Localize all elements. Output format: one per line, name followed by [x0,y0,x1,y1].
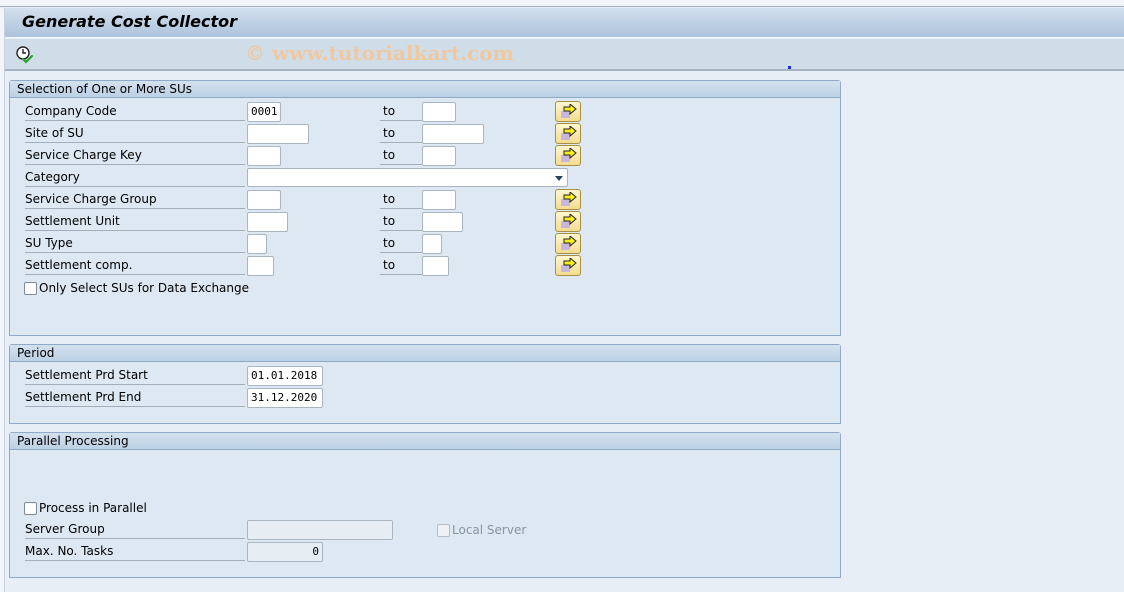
service-charge-key-to-input[interactable] [422,146,456,166]
server-group-label: Server Group [25,520,245,539]
su-type-from-input[interactable] [247,234,267,254]
company-code-multiple-selection-button[interactable] [555,101,581,122]
company-code-to-label: to [380,102,422,121]
category-label: Category [25,168,245,187]
multiple-selection-arrow-icon [561,148,577,162]
site-of-su-from-input[interactable] [247,124,309,144]
top-strip [0,0,1124,7]
category-dropdown[interactable] [247,168,568,187]
settlement-prd-start-label: Settlement Prd Start [25,366,245,385]
service-charge-group-to-label: to [380,190,422,209]
settlement-comp-from-input[interactable] [247,256,274,276]
multiple-selection-arrow-icon [561,104,577,118]
site-of-su-to-input[interactable] [422,124,484,144]
site-of-su-label: Site of SU [25,124,245,143]
max-no-tasks-input[interactable]: 0 [247,542,323,562]
settlement-unit-from-input[interactable] [247,212,288,232]
settlement-comp-multiple-selection-button[interactable] [555,255,581,276]
service-charge-group-label: Service Charge Group [25,190,245,209]
service-charge-key-to-label: to [380,146,422,165]
clock-check-icon [16,46,34,64]
multiple-selection-arrow-icon [561,236,577,250]
settlement-unit-to-input[interactable] [422,212,463,232]
multiple-selection-arrow-icon [561,126,577,140]
max-no-tasks-label: Max. No. Tasks [25,542,245,561]
su-type-to-label: to [380,234,422,253]
multiple-selection-arrow-icon [561,192,577,206]
process-in-parallel-checkbox[interactable] [24,502,37,515]
only-select-sus-label: Only Select SUs for Data Exchange [39,281,250,295]
service-charge-group-from-input[interactable] [247,190,281,210]
service-charge-group-multiple-selection-button[interactable] [555,189,581,210]
service-charge-key-from-input[interactable] [247,146,281,166]
page-title: Generate Cost Collector [22,12,238,31]
title-bar: Generate Cost Collector [5,8,1124,38]
settlement-prd-start-input[interactable]: 01.01.2018 [247,366,323,386]
service-charge-key-multiple-selection-button[interactable] [555,145,581,166]
site-of-su-multiple-selection-button[interactable] [555,123,581,144]
application-toolbar: © www.tutorialkart.com [5,39,1124,71]
settlement-unit-to-label: to [380,212,422,231]
su-type-to-input[interactable] [422,234,442,254]
su-type-label: SU Type [25,234,245,253]
server-group-input[interactable] [247,520,393,540]
su-type-multiple-selection-button[interactable] [555,233,581,254]
multiple-selection-arrow-icon [561,214,577,228]
site-of-su-to-label: to [380,124,422,143]
settlement-comp-label: Settlement comp. [25,256,245,275]
company-code-from-input[interactable]: 0001 [247,102,281,122]
watermark: © www.tutorialkart.com [245,41,514,65]
chevron-down-icon [555,176,563,181]
company-code-to-input[interactable] [422,102,456,122]
local-server-checkbox[interactable] [437,524,450,537]
multiple-selection-arrow-icon [561,258,577,272]
execute-button[interactable] [15,45,35,65]
selection-group-title: Selection of One or More SUs [10,81,840,98]
only-select-sus-checkbox[interactable] [24,282,37,295]
settlement-comp-to-input[interactable] [422,256,449,276]
company-code-label: Company Code [25,102,245,121]
process-in-parallel-label: Process in Parallel [39,501,147,515]
settlement-unit-multiple-selection-button[interactable] [555,211,581,232]
settlement-prd-end-input[interactable]: 31.12.2020 [247,388,323,408]
left-edge [0,8,5,592]
status-dot [788,66,791,69]
settlement-unit-label: Settlement Unit [25,212,245,231]
service-charge-key-label: Service Charge Key [25,146,245,165]
parallel-processing-group-title: Parallel Processing [10,433,840,450]
settlement-prd-end-label: Settlement Prd End [25,388,245,407]
settlement-comp-to-label: to [380,256,422,275]
local-server-label: Local Server [452,523,527,537]
period-group-title: Period [10,345,840,362]
service-charge-group-to-input[interactable] [422,190,456,210]
